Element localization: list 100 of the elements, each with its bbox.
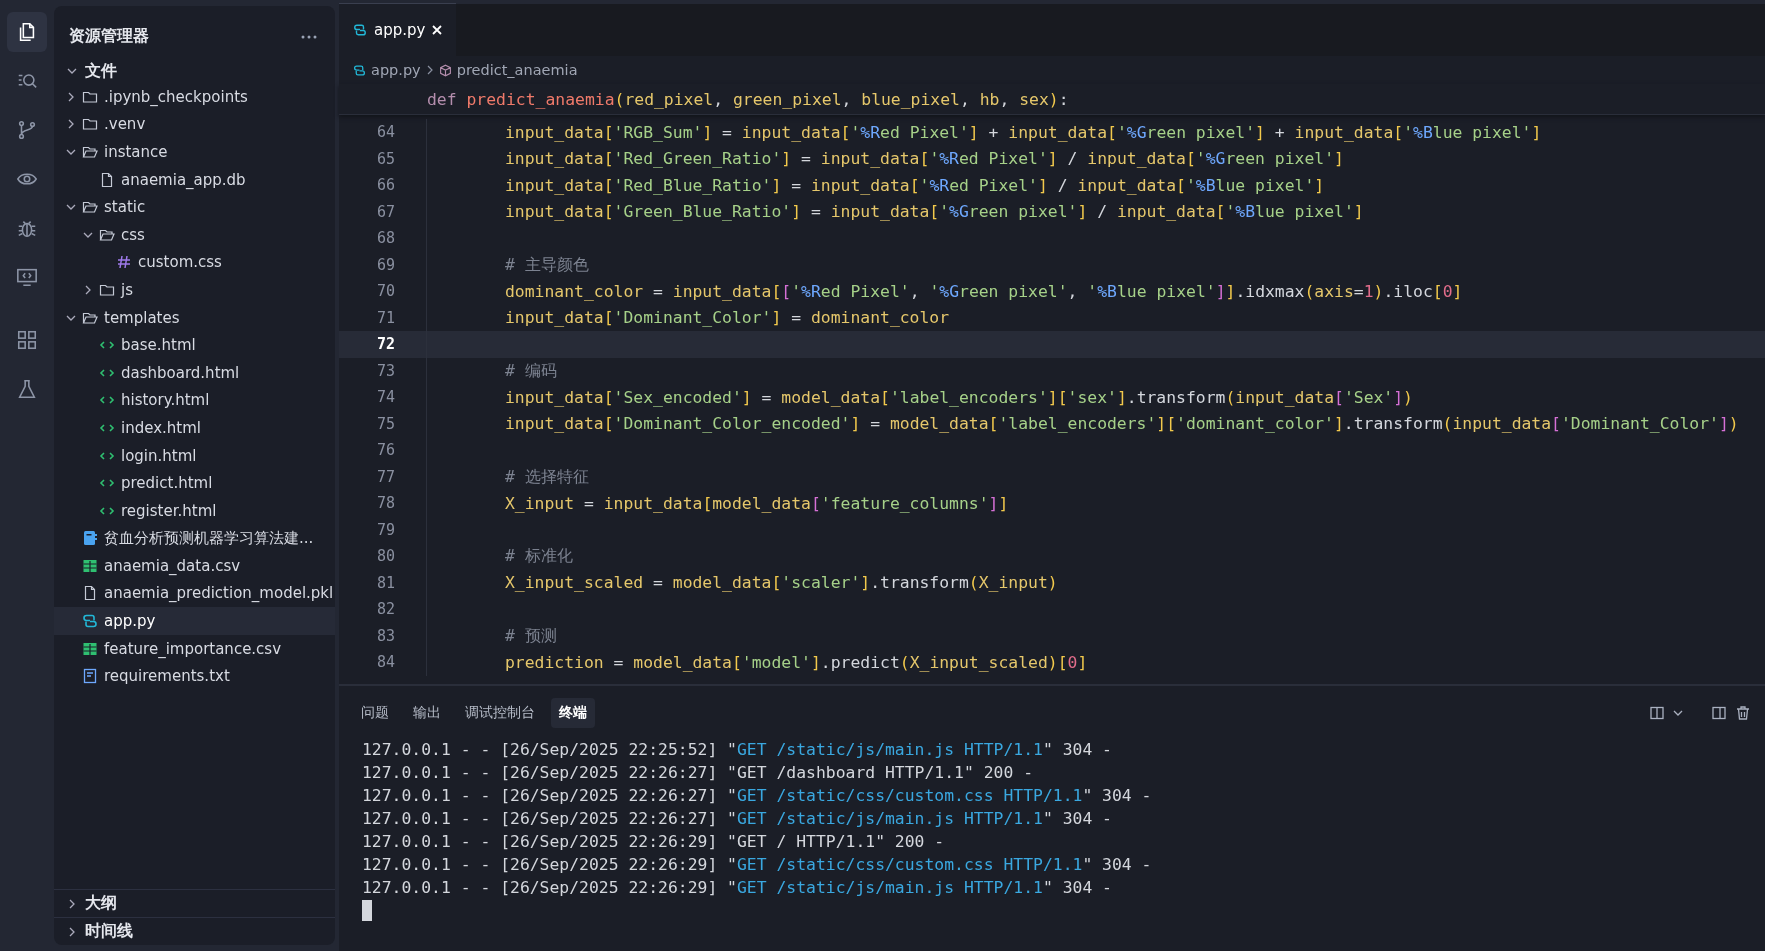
section-title[interactable]: 文件 <box>85 60 117 82</box>
tree-item[interactable]: base.html <box>54 331 335 359</box>
code-line: input_data['RGB_Sum'] = input_data['%Red Pixel'] + input_data['%Green pixel'] + input_data['%Blue pixel'] <box>505 122 1542 142</box>
tree-item[interactable]: predict.html <box>54 469 335 497</box>
code-line: input_data['Red_Blue_Ratio'] = input_data['%Red Pixel'] / input_data['%Blue pixel'] <box>505 175 1325 195</box>
line-number: 64 <box>375 123 395 142</box>
code-line: input_data['Sex_encoded'] = model_data['label_encoders']['sex'].transform(input_data['Sex']) <box>505 387 1413 407</box>
editor-tab[interactable]: app.py <box>339 3 457 56</box>
explorer-title: 资源管理器 <box>69 26 149 47</box>
tree-item[interactable]: app.py <box>54 607 335 635</box>
line-number: 79 <box>375 520 395 539</box>
tree-item[interactable]: anaemia_data.csv <box>54 552 335 580</box>
code-line: # 选择特征 <box>505 465 589 488</box>
python-icon <box>353 63 366 77</box>
line-number: 67 <box>375 202 395 221</box>
terminal-line: 127.0.0.1 - - [26/Sep/2025 22:26:27] "GET /static/css/custom.css HTTP/1.1" 304 - <box>362 785 1153 807</box>
chevron-icon[interactable] <box>1673 708 1683 718</box>
tree-item[interactable]: instance <box>54 138 335 166</box>
line-number: 73 <box>375 361 395 380</box>
tree-item[interactable]: feature_importance.csv <box>54 634 335 663</box>
terminal-line: 127.0.0.1 - - [26/Sep/2025 22:26:29] "GET /static/css/custom.css HTTP/1.1" 304 - <box>362 854 1153 876</box>
line-number: 70 <box>375 282 395 301</box>
file-icon <box>82 585 98 602</box>
cube-icon <box>438 63 452 77</box>
split-icon[interactable] <box>1649 705 1665 721</box>
line-number: 75 <box>375 414 395 433</box>
line-number: 78 <box>375 494 395 513</box>
spreadsheet-icon <box>82 640 98 657</box>
chevron-icon[interactable] <box>66 119 76 130</box>
tree-item[interactable]: .ipynb_checkpoints <box>54 83 335 111</box>
chevron-icon[interactable] <box>67 66 77 76</box>
line-number: 80 <box>375 547 395 566</box>
line-number: 76 <box>375 441 395 460</box>
panel-tab[interactable]: 问题 <box>353 698 397 728</box>
panel-tab[interactable]: 输出 <box>405 698 449 728</box>
tree-item[interactable]: history.html <box>54 386 335 415</box>
more-icon[interactable] <box>301 34 317 39</box>
files-icon[interactable] <box>7 12 47 52</box>
chevron-icon[interactable] <box>83 284 93 295</box>
close-icon[interactable] <box>432 25 443 35</box>
trash-icon[interactable] <box>1735 705 1751 721</box>
panel-tab[interactable]: 终端 <box>551 698 595 728</box>
terminal-line: 127.0.0.1 - - [26/Sep/2025 22:26:29] "GET / HTTP/1.1" 200 - <box>362 831 946 853</box>
line-number: 65 <box>375 149 395 168</box>
layout-icon[interactable] <box>1711 705 1727 721</box>
section-title[interactable]: 时间线 <box>85 921 133 942</box>
terminal-cursor <box>362 900 372 921</box>
line-number: 66 <box>375 176 395 195</box>
tree-item[interactable]: templates <box>54 303 335 332</box>
tree-item[interactable]: anaemia_app.db <box>54 165 335 194</box>
line-number: 74 <box>375 388 395 407</box>
line-number: 77 <box>375 467 395 486</box>
tree-item[interactable]: css <box>54 220 335 249</box>
chevron-icon[interactable] <box>67 926 77 937</box>
tree-item[interactable]: .venv <box>54 110 335 139</box>
tree-item[interactable]: js <box>54 276 335 304</box>
python-icon <box>353 23 367 37</box>
line-number: 81 <box>375 573 395 592</box>
code-line: input_data['Green_Blue_Ratio'] = input_data['%Green pixel'] / input_data['%Blue pixel'] <box>505 202 1364 222</box>
folder-icon <box>82 116 98 133</box>
code-line: X_input = input_data[model_data['feature_columns']] <box>505 493 1009 513</box>
tree-item[interactable]: dashboard.html <box>54 358 335 387</box>
code-line: def predict_anaemia(red_pixel, green_pixel, blue_pixel, hb, sex): <box>427 89 1069 109</box>
text-file-icon <box>82 668 98 685</box>
tree-item[interactable]: anaemia_prediction_model.pkl <box>54 579 335 608</box>
tree-item[interactable]: 贫血分析预测机器学习算法建... <box>54 524 335 553</box>
code-line: input_data['Dominant_Color'] = dominant_color <box>505 308 950 328</box>
chevron-icon[interactable] <box>67 898 77 909</box>
spreadsheet-icon <box>82 557 98 574</box>
code-line: # 编码 <box>505 359 557 382</box>
code-line: prediction = model_data['model'].predict(X_input_scaled)[0] <box>505 652 1088 672</box>
terminal-line: 127.0.0.1 - - [26/Sep/2025 22:26:29] "GET /static/js/main.js HTTP/1.1" 304 - <box>362 877 1113 899</box>
tree-item[interactable]: register.html <box>54 496 335 525</box>
code-line: input_data['Dominant_Color_encoded'] = model_data['label_encoders']['dominant_color'].transform(input_data['Dominant_Color']) <box>505 414 1739 434</box>
line-number: 69 <box>375 255 395 274</box>
code-line: # 标准化 <box>505 545 573 568</box>
code-line: # 预测 <box>505 624 557 647</box>
tree-item[interactable]: login.html <box>54 441 335 470</box>
chevron-icon[interactable] <box>66 91 76 102</box>
open-folder-icon <box>82 199 98 216</box>
terminal-line: 127.0.0.1 - - [26/Sep/2025 22:26:27] "GET /static/js/main.js HTTP/1.1" 304 - <box>362 808 1113 830</box>
notebook-icon <box>82 530 98 547</box>
code-line: X_input_scaled = model_data['scaler'].transform(X_input) <box>505 573 1058 593</box>
chevron-icon[interactable] <box>66 147 76 157</box>
panel-tab[interactable]: 调试控制台 <box>457 698 543 728</box>
python-icon <box>82 613 98 630</box>
code-line: # 主导颜色 <box>505 253 589 276</box>
tree-item[interactable]: requirements.txt <box>54 662 335 691</box>
line-number: 84 <box>375 653 395 672</box>
line-number: 72 <box>375 335 395 354</box>
terminal-line: 127.0.0.1 - - [26/Sep/2025 22:26:27] "GET /dashboard HTTP/1.1" 200 - <box>362 762 1035 784</box>
tree-item[interactable]: index.html <box>54 414 335 442</box>
tree-item[interactable]: custom.css <box>54 248 335 277</box>
breadcrumb-item[interactable]: predict_anaemia <box>456 62 578 78</box>
breadcrumb-item[interactable]: app.py <box>371 62 421 78</box>
open-folder-icon <box>82 144 98 160</box>
code-line: dominant_color = input_data[['%Red Pixel', '%G reen pixel', '%Blue pixel']].idxmax(axis=1).iloc[0] <box>505 281 1463 301</box>
tree-item[interactable]: static <box>54 193 335 221</box>
section-title[interactable]: 大纲 <box>85 893 117 914</box>
chevron-icon <box>425 65 434 75</box>
